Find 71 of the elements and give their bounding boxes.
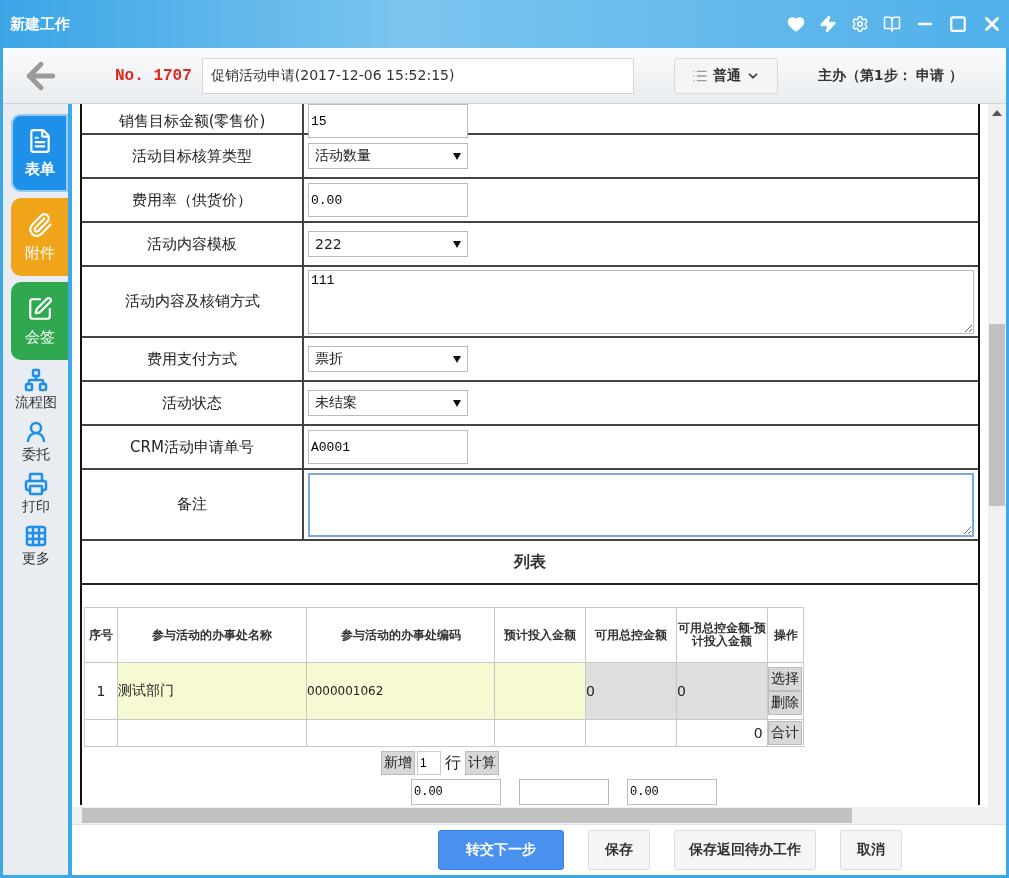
row-count-field[interactable]: 1: [417, 751, 441, 775]
table-cell: 0: [585, 662, 677, 720]
caret-icon: [453, 355, 461, 363]
book-icon[interactable]: [883, 15, 901, 33]
window-title: 新建工作: [10, 14, 70, 34]
subject-field[interactable]: 促销活动申请(2017-12-06 15:52:15): [201, 57, 634, 94]
add-button[interactable]: 新增: [381, 751, 415, 775]
field-label: 活动目标核算类型: [82, 135, 304, 177]
column-header: 操作: [767, 607, 804, 663]
dropdown[interactable]: 222: [308, 231, 468, 257]
input-field[interactable]: A0001: [308, 430, 468, 464]
dropdown[interactable]: 未结案: [308, 390, 468, 416]
total-field[interactable]: 0.00: [627, 779, 717, 805]
unit-label: 行: [445, 752, 461, 774]
column-header: 预计投入金额: [494, 607, 586, 663]
text-area[interactable]: 111: [308, 269, 974, 334]
printer-icon: [23, 472, 48, 496]
dropdown[interactable]: 票折: [308, 346, 468, 372]
sidebar-tool[interactable]: 打印: [3, 470, 68, 516]
footer-button[interactable]: 取消: [840, 830, 902, 870]
document-number: No. 1707: [115, 66, 192, 85]
section-title: 列表: [82, 541, 978, 585]
total-field[interactable]: 0.00: [411, 779, 501, 805]
sidebar-tool[interactable]: 委托: [3, 418, 68, 464]
field-label: 活动状态: [82, 382, 304, 424]
field-label: 活动内容及核销方式: [82, 267, 304, 336]
caret-icon: [453, 152, 461, 160]
action-button[interactable]: 删除: [768, 691, 802, 715]
table-cell: 1: [84, 662, 118, 720]
field-label: 活动内容模板: [82, 223, 304, 265]
table-cell[interactable]: 0000001062: [306, 662, 495, 720]
caret-icon: [453, 240, 461, 248]
input-field[interactable]: 0.00: [308, 183, 468, 217]
footer-button[interactable]: 保存: [588, 830, 650, 870]
table-cell[interactable]: 测试部门: [117, 662, 307, 720]
input-field[interactable]: 15: [308, 104, 468, 138]
heart-icon[interactable]: [787, 15, 805, 33]
sum-button[interactable]: 合计: [768, 721, 802, 745]
action-button[interactable]: 选择: [768, 667, 802, 691]
table-cell[interactable]: [494, 662, 586, 720]
column-header: 可用总控金额-预计投入金额: [676, 607, 768, 663]
paperclip-icon: [26, 211, 53, 238]
dropdown[interactable]: 活动数量: [308, 143, 468, 169]
table-cell: 0: [676, 719, 768, 747]
sidebar-tool[interactable]: 流程图: [3, 366, 68, 412]
field-label: 备注: [82, 470, 304, 539]
column-header: 可用总控金额: [585, 607, 677, 663]
calculate-button[interactable]: 计算: [465, 751, 499, 775]
column-header: 参与活动的办事处编码: [306, 607, 495, 663]
vertical-scrollbar[interactable]: [988, 104, 1006, 807]
pen-square-icon: [26, 295, 53, 322]
lightning-icon[interactable]: [819, 15, 837, 33]
footer-button[interactable]: 保存返回待办工作: [674, 830, 816, 870]
field-label: 销售目标金额(零售价): [82, 104, 304, 138]
text-area[interactable]: [308, 472, 974, 537]
step-label: 主办（第1步： 申请 ）: [817, 66, 964, 85]
maximize-icon[interactable]: [949, 15, 967, 33]
field-label: 费用率（供货价）: [82, 179, 304, 221]
total-field[interactable]: [519, 779, 609, 805]
priority-dropdown[interactable]: 普通: [673, 57, 778, 94]
table-cell: 0: [676, 662, 768, 720]
field-label: CRM活动申请单号: [82, 426, 304, 468]
sidebar-tool[interactable]: 更多: [3, 522, 68, 568]
caret-icon: [453, 399, 461, 407]
horizontal-scrollbar[interactable]: [72, 807, 1006, 824]
column-header: 参与活动的办事处名称: [117, 607, 307, 663]
column-header: 序号: [84, 607, 118, 663]
grid-icon: [23, 524, 48, 548]
flowchart-icon: [23, 368, 48, 392]
settings-icon[interactable]: [851, 15, 869, 33]
field-label: 费用支付方式: [82, 338, 304, 380]
